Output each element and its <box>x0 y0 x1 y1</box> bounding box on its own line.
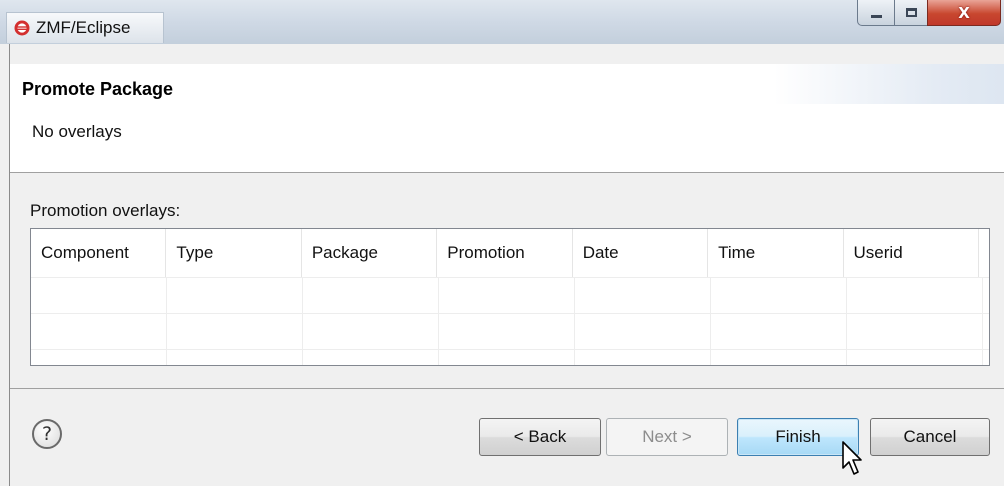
close-button[interactable]: X <box>927 0 1001 26</box>
window-title: ZMF/Eclipse <box>36 18 131 37</box>
column-header-component[interactable]: Component <box>31 229 167 277</box>
title-bar: ZMF/Eclipse X <box>0 0 1004 44</box>
table-header: Component Type Package Promotion Date Ti… <box>31 229 989 277</box>
help-button[interactable]: ? <box>32 419 62 449</box>
table-row[interactable] <box>31 277 989 314</box>
page-message: No overlays <box>32 122 122 141</box>
column-header-package[interactable]: Package <box>302 229 438 277</box>
table-cell <box>847 278 983 314</box>
next-button[interactable]: Next > <box>606 418 728 456</box>
help-icon: ? <box>41 423 53 445</box>
close-icon: X <box>958 3 970 22</box>
promotion-overlays-table[interactable]: Component Type Package Promotion Date Ti… <box>30 228 990 366</box>
header-banner-shade <box>774 64 1004 104</box>
table-cell <box>711 278 847 314</box>
column-header-time[interactable]: Time <box>708 229 844 277</box>
table-cell <box>847 350 983 365</box>
table-cell <box>31 350 167 365</box>
footer-divider <box>10 388 1004 389</box>
table-cell <box>983 350 989 365</box>
column-header-filler <box>979 229 989 277</box>
table-cell <box>167 350 303 365</box>
table-cell <box>439 278 575 314</box>
column-header-userid[interactable]: Userid <box>844 229 979 277</box>
table-cell <box>711 314 847 350</box>
table-cell <box>983 278 989 314</box>
table-cell <box>439 314 575 350</box>
maximize-icon <box>905 8 917 17</box>
table-cell <box>31 314 167 350</box>
table-cell <box>575 278 711 314</box>
wizard-header: Promote Package No overlays <box>10 64 1004 172</box>
table-cell <box>439 350 575 365</box>
table-cell <box>167 314 303 350</box>
column-header-date[interactable]: Date <box>573 229 709 277</box>
table-cell <box>31 278 167 314</box>
table-cell <box>575 350 711 365</box>
table-row[interactable] <box>31 349 989 365</box>
mouse-pointer-icon <box>842 441 862 475</box>
table-cell <box>167 278 303 314</box>
promote-package-dialog: ZMF/Eclipse X Promote Package No overlay… <box>0 0 1004 486</box>
cancel-button[interactable]: Cancel <box>870 418 990 456</box>
page-title: Promote Package <box>22 79 174 99</box>
table-cell <box>711 350 847 365</box>
table-cell <box>303 314 439 350</box>
table-cell <box>303 350 439 365</box>
promotion-overlays-label: Promotion overlays: <box>30 201 181 220</box>
table-cell <box>303 278 439 314</box>
table-cell <box>575 314 711 350</box>
table-cell <box>983 314 989 350</box>
column-header-promotion[interactable]: Promotion <box>437 229 573 277</box>
back-button[interactable]: < Back <box>479 418 601 456</box>
maximize-button[interactable] <box>894 0 928 26</box>
minimize-button[interactable] <box>857 0 895 26</box>
table-cell <box>847 314 983 350</box>
header-divider <box>10 172 1004 173</box>
eclipse-zmf-icon <box>14 20 30 36</box>
column-header-type[interactable]: Type <box>166 229 302 277</box>
table-row[interactable] <box>31 313 989 350</box>
minimize-icon <box>870 15 882 18</box>
